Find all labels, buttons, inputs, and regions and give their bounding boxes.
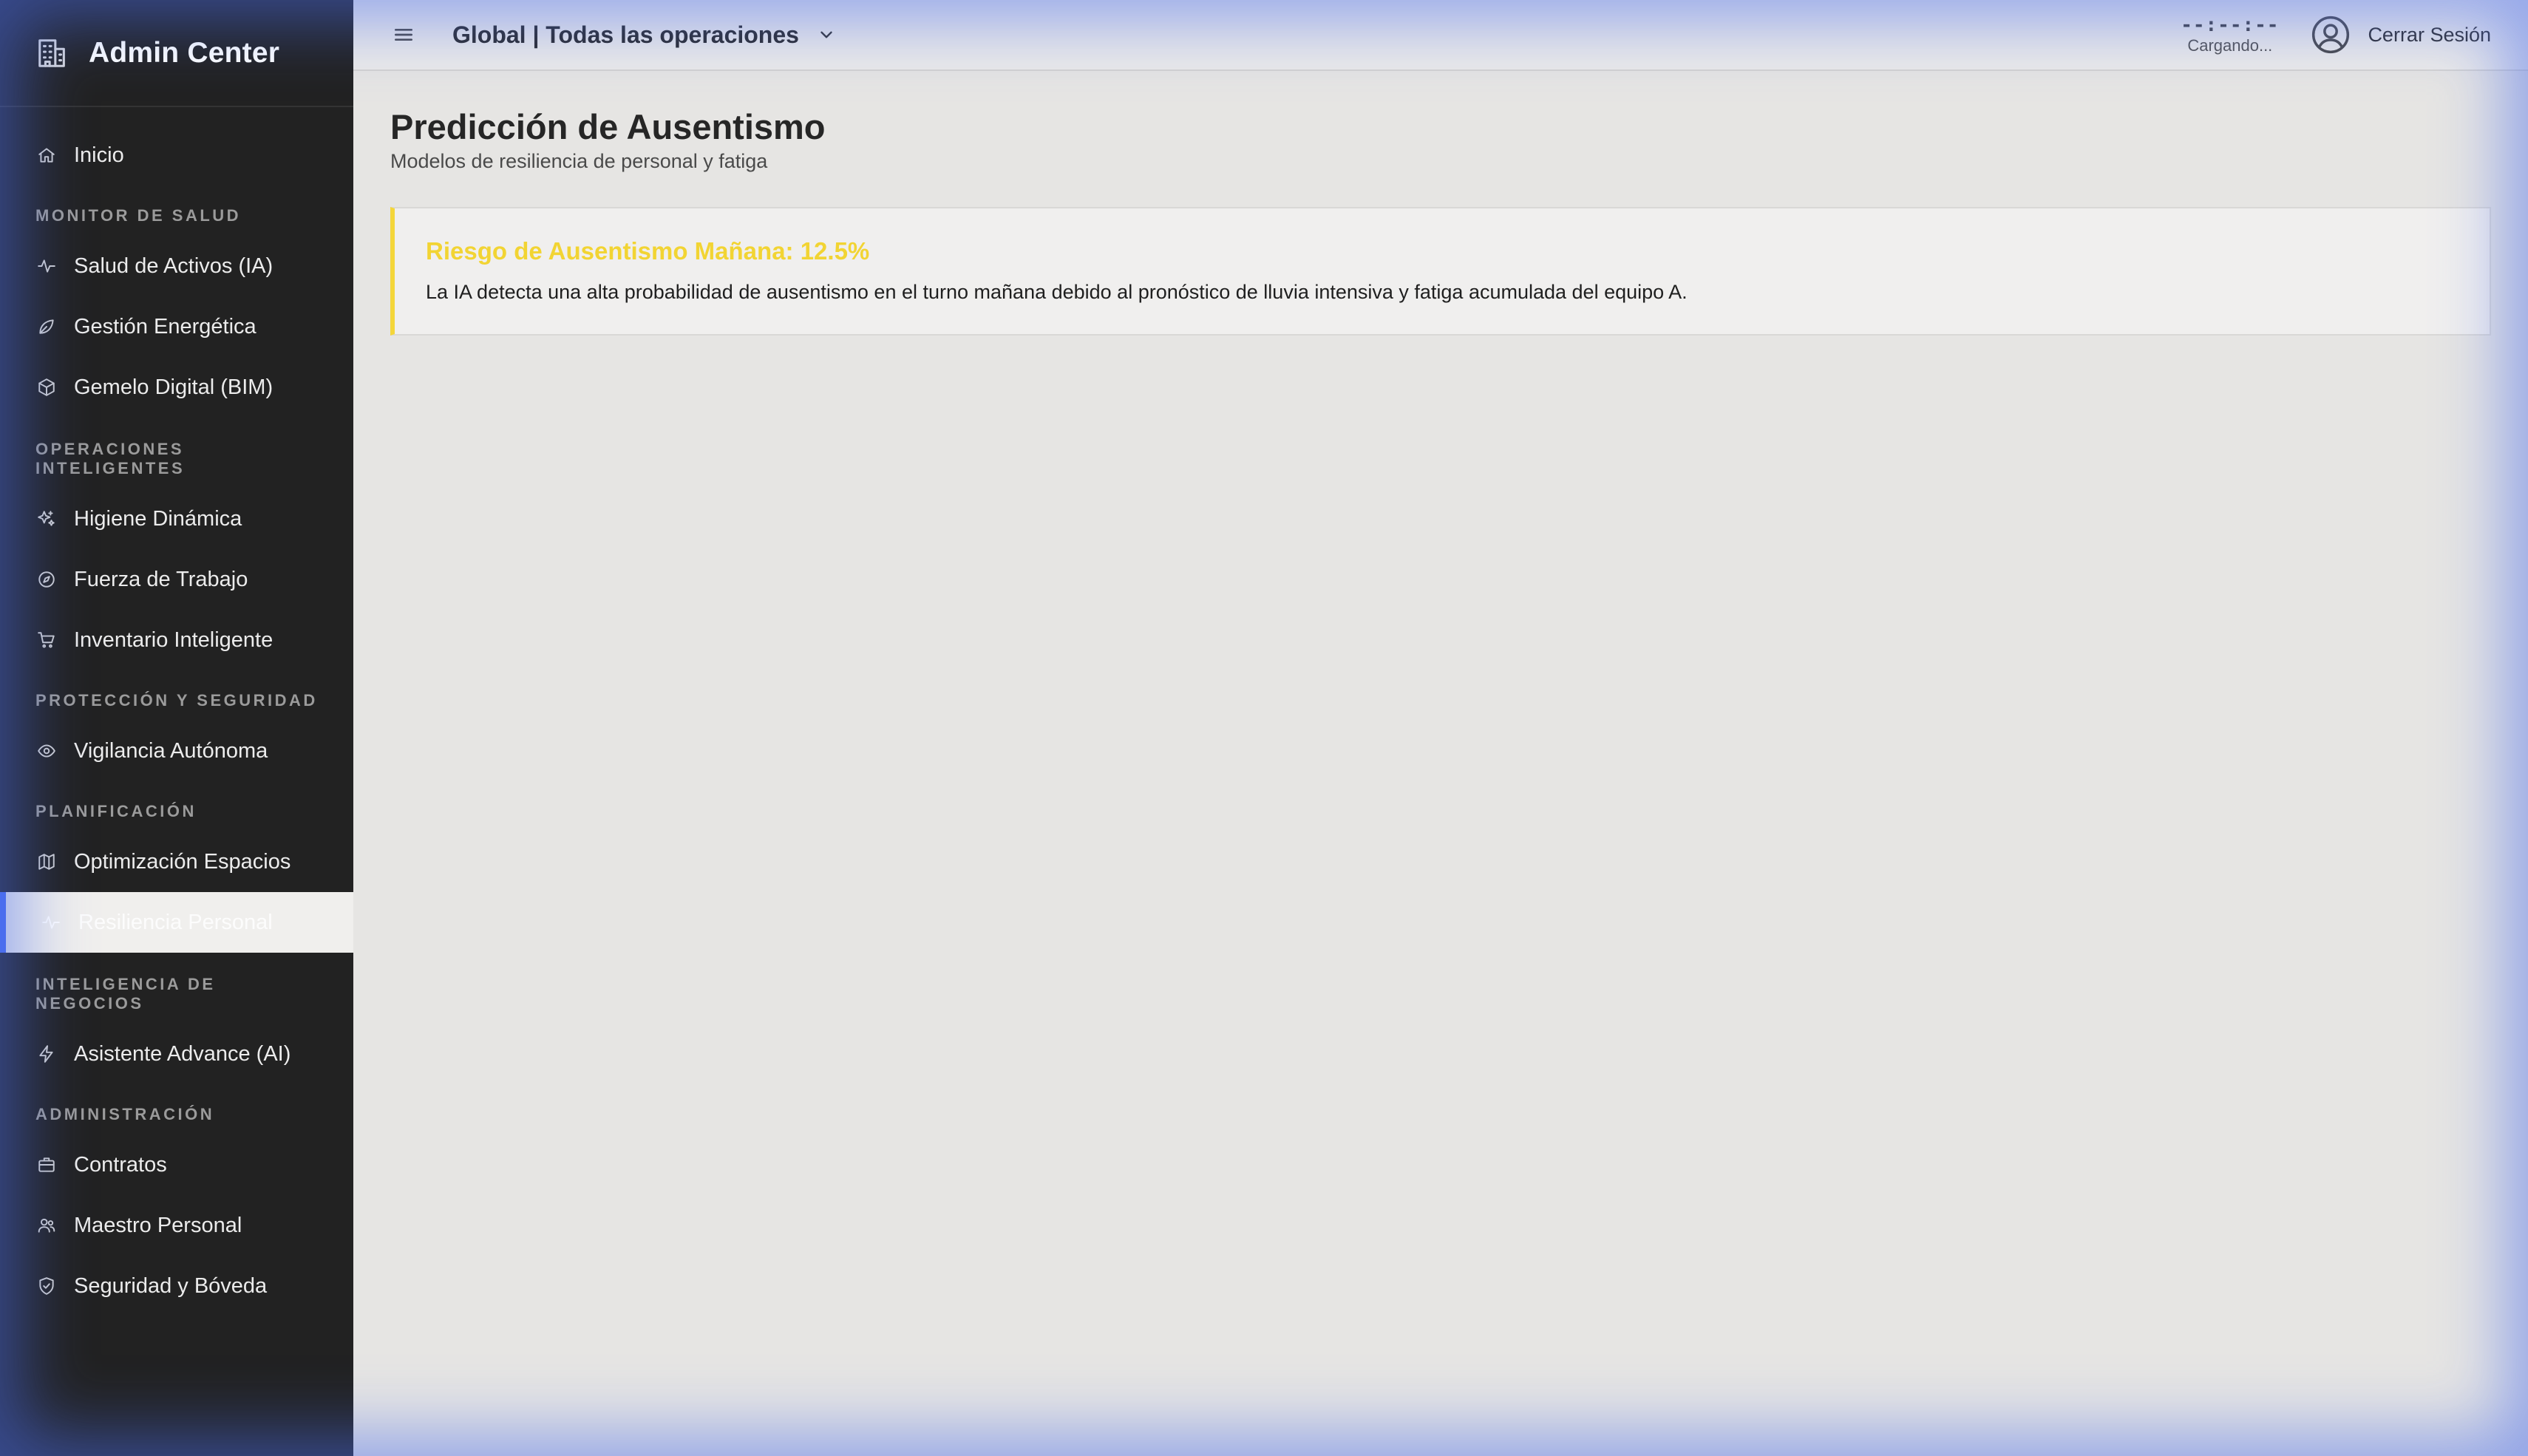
sidebar-item-inventario[interactable]: Inventario Inteligente bbox=[0, 610, 353, 670]
sidebar-item-label: Contratos bbox=[74, 1152, 167, 1177]
leaf-icon bbox=[35, 316, 58, 338]
sidebar-item-gemelo-digital[interactable]: Gemelo Digital (BIM) bbox=[0, 357, 353, 418]
sidebar-nav: Inicio MONITOR DE SALUD Salud de Activos… bbox=[0, 107, 353, 1316]
sidebar: Admin Center Inicio MONITOR DE SALUD Sal… bbox=[0, 0, 353, 1456]
clock: --:--:-- Cargando... bbox=[2181, 14, 2279, 55]
sidebar-item-seguridad-boveda[interactable]: Seguridad y Bóveda bbox=[0, 1256, 353, 1316]
user-avatar-icon[interactable] bbox=[2310, 14, 2351, 55]
map-icon bbox=[35, 851, 58, 873]
sidebar-item-vigilancia[interactable]: Vigilancia Autónoma bbox=[0, 721, 353, 781]
page-title: Predicción de Ausentismo bbox=[390, 107, 826, 146]
sidebar-item-higiene[interactable]: Higiene Dinámica bbox=[0, 489, 353, 549]
cart-icon bbox=[35, 629, 58, 651]
users-icon bbox=[35, 1214, 58, 1236]
sidebar-item-salud-activos[interactable]: Salud de Activos (IA) bbox=[0, 236, 353, 296]
activity-icon bbox=[40, 911, 62, 933]
briefcase-icon bbox=[35, 1154, 58, 1176]
clock-time: --:--:-- bbox=[2181, 14, 2280, 36]
sidebar-item-label: Gestión Energética bbox=[74, 314, 256, 339]
section-monitor-salud: MONITOR DE SALUD bbox=[35, 206, 242, 225]
alert-title: Riesgo de Ausentismo Mañana: 12.5% bbox=[426, 237, 870, 265]
sidebar-item-label: Asistente Advance (AI) bbox=[74, 1041, 291, 1066]
sidebar-item-label: Seguridad y Bóveda bbox=[74, 1273, 268, 1298]
sidebar-item-label: Maestro Personal bbox=[74, 1213, 242, 1237]
main-area: Global | Todas las operaciones --:--:-- … bbox=[353, 0, 2528, 1456]
sidebar-item-label: Fuerza de Trabajo bbox=[74, 567, 248, 591]
shield-icon bbox=[35, 1275, 58, 1297]
sparkles-icon bbox=[35, 508, 58, 530]
page-content: Predicción de Ausentismo Modelos de resi… bbox=[353, 71, 2528, 336]
sidebar-item-gestion-energetica[interactable]: Gestión Energética bbox=[0, 296, 353, 357]
alert-body: La IA detecta una alta probabilidad de a… bbox=[426, 281, 1688, 303]
pulse-icon bbox=[35, 255, 58, 277]
sidebar-item-contratos[interactable]: Contratos bbox=[0, 1134, 353, 1195]
sidebar-item-inicio[interactable]: Inicio bbox=[0, 125, 353, 186]
sidebar-item-fuerza-trabajo[interactable]: Fuerza de Trabajo bbox=[0, 549, 353, 610]
clock-status: Cargando... bbox=[2187, 36, 2273, 55]
sidebar-item-label: Optimización Espacios bbox=[74, 849, 291, 874]
section-inteligencia: INTELIGENCIA DE NEGOCIOS bbox=[35, 975, 216, 1013]
absenteeism-alert: Riesgo de Ausentismo Mañana: 12.5% La IA… bbox=[390, 207, 2491, 336]
home-icon bbox=[35, 144, 58, 166]
sidebar-item-optimizacion[interactable]: Optimización Espacios bbox=[0, 831, 353, 892]
brand-title: Admin Center bbox=[89, 36, 280, 69]
compass-icon bbox=[35, 568, 58, 591]
sidebar-item-asistente[interactable]: Asistente Advance (AI) bbox=[0, 1024, 353, 1084]
sidebar-item-label: Resiliencia Personal bbox=[78, 910, 273, 934]
section-planificacion: PLANIFICACIÓN bbox=[35, 802, 197, 820]
bolt-icon bbox=[35, 1043, 58, 1065]
section-proteccion: PROTECCIÓN Y SEGURIDAD bbox=[35, 691, 318, 710]
scope-label: Global | Todas las operaciones bbox=[452, 21, 799, 48]
sidebar-item-label: Vigilancia Autónoma bbox=[74, 738, 268, 763]
section-operaciones: OPERACIONES INTELIGENTES bbox=[35, 440, 186, 477]
topbar: Global | Todas las operaciones --:--:-- … bbox=[353, 0, 2528, 71]
sidebar-item-label: Gemelo Digital (BIM) bbox=[74, 375, 273, 399]
page-subtitle: Modelos de resiliencia de personal y fat… bbox=[390, 150, 768, 172]
building-icon bbox=[35, 36, 69, 70]
sidebar-item-label: Inventario Inteligente bbox=[74, 627, 273, 652]
section-administracion: ADMINISTRACIÓN bbox=[35, 1105, 215, 1123]
menu-icon[interactable] bbox=[390, 21, 417, 48]
app-root: Admin Center Inicio MONITOR DE SALUD Sal… bbox=[0, 0, 2528, 1456]
scope-selector[interactable]: Global | Todas las operaciones bbox=[452, 21, 836, 49]
brand[interactable]: Admin Center bbox=[0, 0, 353, 107]
logout-button[interactable]: Cerrar Sesión bbox=[2368, 24, 2491, 47]
chevron-down-icon bbox=[817, 25, 836, 44]
eye-icon bbox=[35, 740, 58, 762]
cube-icon bbox=[35, 376, 58, 398]
sidebar-item-label: Inicio bbox=[74, 143, 124, 167]
sidebar-item-label: Salud de Activos (IA) bbox=[74, 254, 273, 278]
sidebar-item-label: Higiene Dinámica bbox=[74, 506, 242, 531]
sidebar-item-resiliencia[interactable]: Resiliencia Personal bbox=[0, 892, 353, 953]
sidebar-item-maestro-personal[interactable]: Maestro Personal bbox=[0, 1195, 353, 1256]
